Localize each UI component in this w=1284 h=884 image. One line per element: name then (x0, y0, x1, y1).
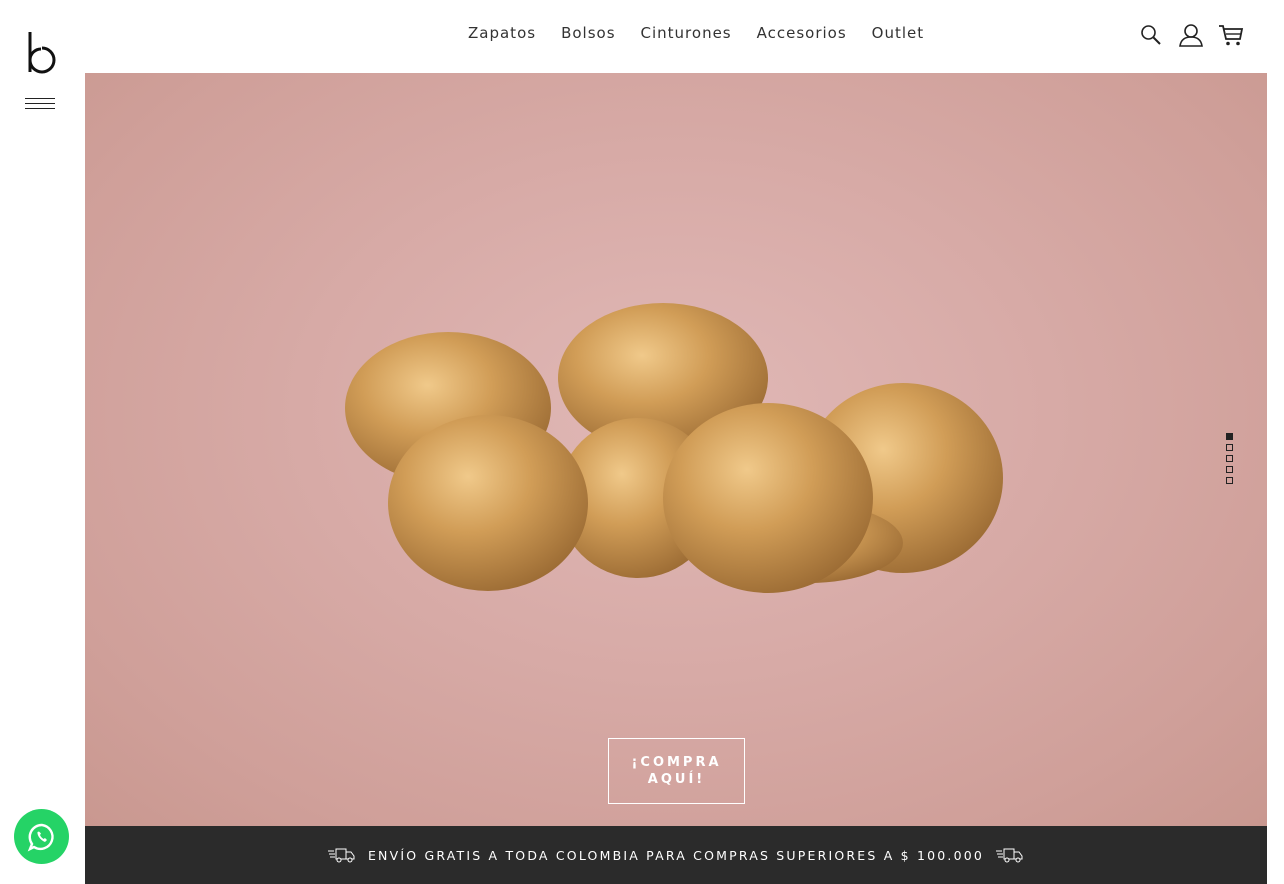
hero-banner: ¡COMPRA AQUÍ! (85, 73, 1267, 826)
main-nav: Zapatos Bolsos Cinturones Accesorios Out… (468, 24, 924, 42)
cart-icon[interactable] (1218, 22, 1244, 48)
slider-dot-4[interactable] (1226, 466, 1233, 473)
left-sidebar (0, 0, 85, 884)
nav-item-outlet[interactable]: Outlet (872, 24, 924, 42)
brand-logo[interactable] (26, 30, 58, 76)
right-margin (1267, 73, 1284, 884)
truck-icon (996, 848, 1023, 863)
hero-gold-sculpture (345, 303, 1003, 593)
search-icon[interactable] (1138, 22, 1164, 48)
free-shipping-bar: ENVÍO GRATIS A TODA COLOMBIA PARA COMPRA… (85, 826, 1267, 884)
whatsapp-icon[interactable] (14, 809, 69, 864)
nav-item-bolsos[interactable]: Bolsos (561, 24, 615, 42)
user-icon[interactable] (1178, 22, 1204, 48)
truck-icon (327, 848, 355, 863)
nav-item-accesorios[interactable]: Accesorios (757, 24, 847, 42)
header-icons (1138, 22, 1244, 48)
slider-pagination (1226, 433, 1233, 484)
slider-dot-5[interactable] (1226, 477, 1233, 484)
nav-item-zapatos[interactable]: Zapatos (468, 24, 536, 42)
slider-dot-2[interactable] (1226, 444, 1233, 451)
shop-now-button[interactable]: ¡COMPRA AQUÍ! (608, 738, 745, 804)
top-navigation-bar: Zapatos Bolsos Cinturones Accesorios Out… (85, 0, 1284, 73)
free-shipping-text: ENVÍO GRATIS A TODA COLOMBIA PARA COMPRA… (367, 847, 985, 863)
slider-dot-3[interactable] (1226, 455, 1233, 462)
nav-item-cinturones[interactable]: Cinturones (641, 24, 732, 42)
slider-dot-1[interactable] (1226, 433, 1233, 440)
hamburger-icon[interactable] (25, 98, 55, 116)
